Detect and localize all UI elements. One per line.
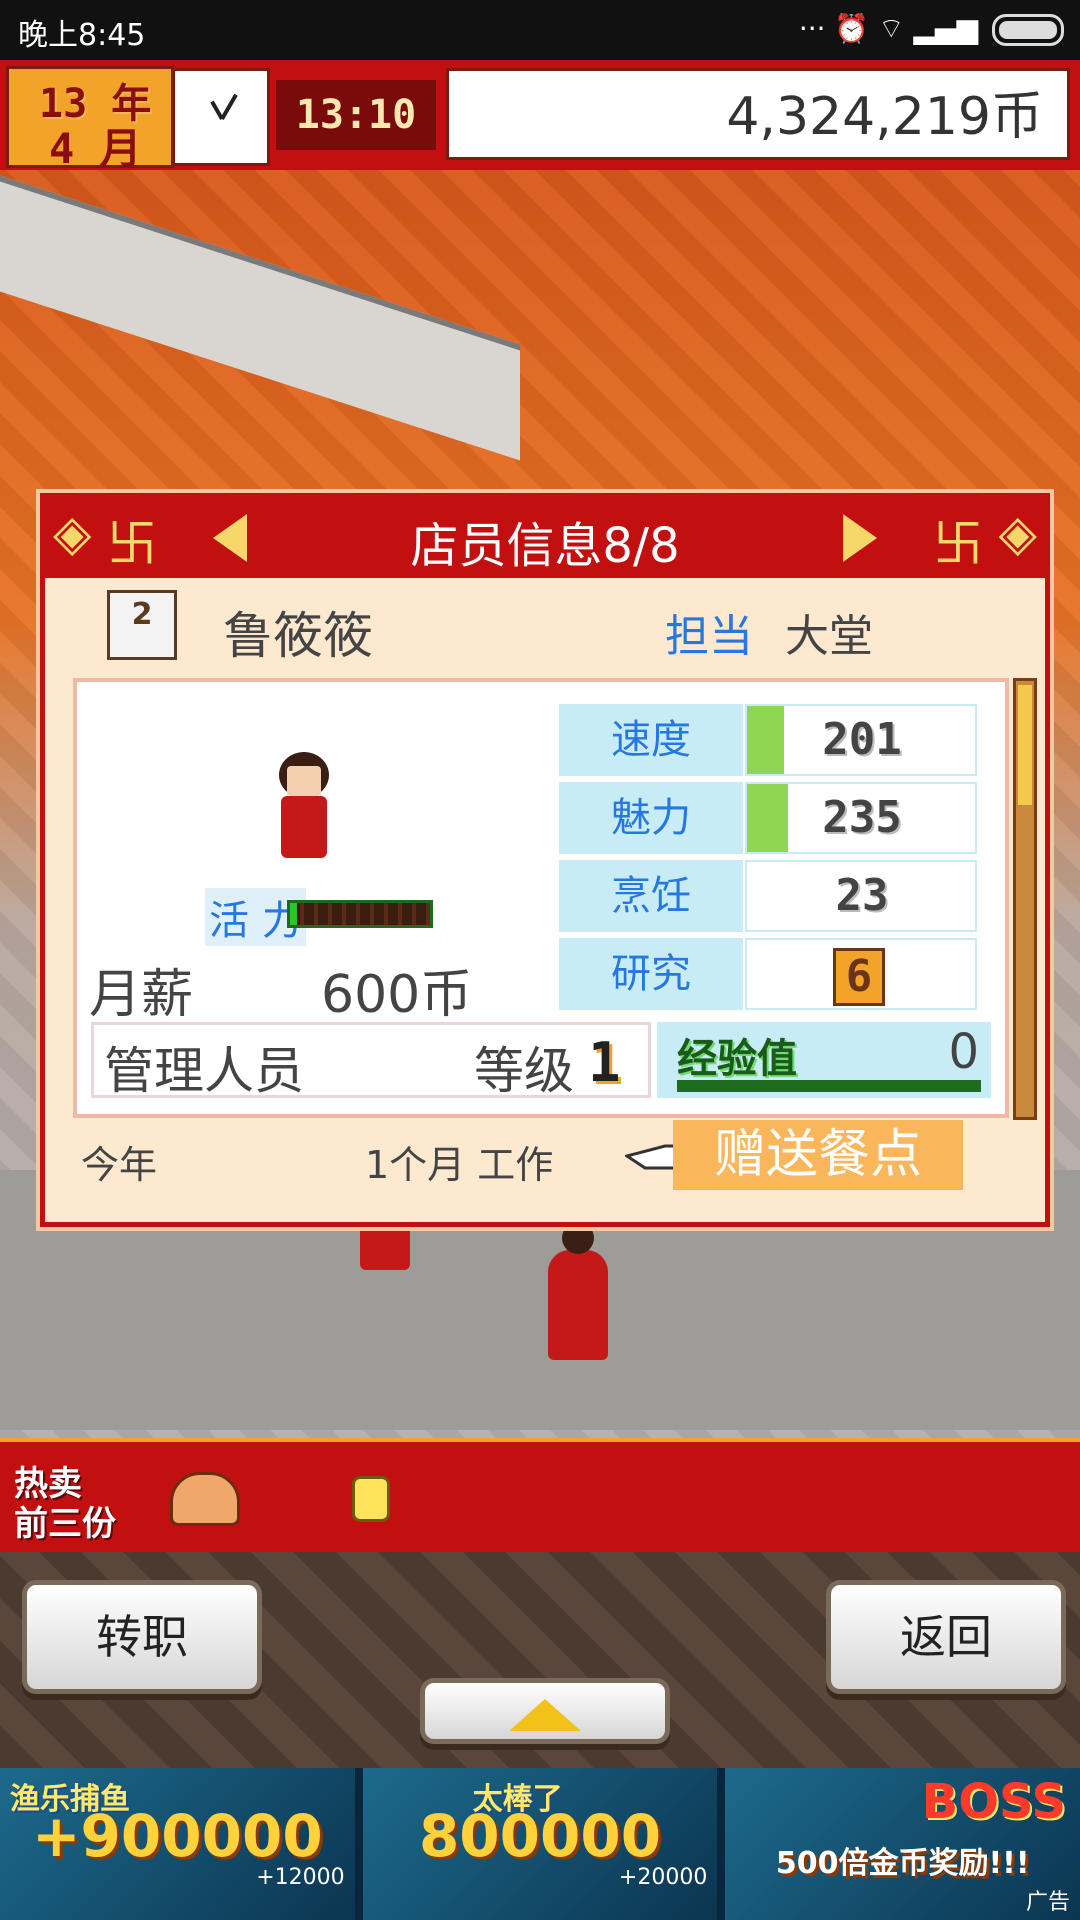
manager-row: 管理人员 等级 1 经验值 0 xyxy=(91,1022,991,1100)
stat-value: 23 xyxy=(835,870,889,921)
hot-label-line2: 前三份 xyxy=(14,1504,116,1544)
stat-cooking: 烹饪 23 xyxy=(559,860,977,932)
salary-value: 600币 xyxy=(321,965,473,1025)
hud-month: 4 月 xyxy=(49,124,142,173)
stat-value: 201 xyxy=(822,714,902,765)
stat-label: 速度 xyxy=(559,704,743,776)
rank-icon: 2 xyxy=(107,590,177,660)
scene-wall xyxy=(0,175,520,461)
ad-note: +20000 xyxy=(618,1865,708,1890)
experience-box: 经验值 0 xyxy=(657,1022,991,1098)
ad-small-text: BOSS xyxy=(921,1774,1067,1830)
ad-big-text: +900000 xyxy=(31,1802,323,1870)
control-area: 转职 返回 xyxy=(0,1552,1080,1768)
back-button[interactable]: 返回 xyxy=(826,1580,1066,1694)
salary-label: 月薪 xyxy=(89,965,194,1025)
ad-note: 广告 xyxy=(1026,1890,1071,1915)
employee-row: 2 鲁筱筱 担当 大堂 xyxy=(45,586,1045,666)
vitality-bar-fill xyxy=(290,903,297,925)
ad-tile[interactable]: 渔乐捕鱼 +900000 +12000 xyxy=(0,1768,355,1920)
stat-speed: 速度 201 xyxy=(559,704,977,776)
status-icons: ··· ⏰ ⌔ ▂▄▆ xyxy=(799,12,1064,47)
stats-panel: 活 力 月薪 600币 速度 201 魅力 235 烹饪 23 研究 6 管理人… xyxy=(73,678,1009,1118)
manager-label: 管理人员 xyxy=(104,1042,304,1100)
hud-time: 13:10 xyxy=(276,80,436,150)
stat-label: 研究 xyxy=(559,938,743,1010)
coin-icon xyxy=(352,1476,390,1522)
up-arrow-icon xyxy=(509,1698,581,1731)
ad-big-text: 800000 xyxy=(418,1802,662,1870)
stat-label: 魅力 xyxy=(559,782,743,854)
stat-research: 研究 6 xyxy=(559,938,977,1010)
ornament-icon: 卐 xyxy=(933,515,983,573)
ad-note: +12000 xyxy=(256,1865,345,1890)
role-value: 大堂 xyxy=(785,611,873,662)
game-hud: 13 年 4 月 13:10 4,324,219币 xyxy=(0,60,1080,173)
dialog-header: ◈ 卐 店员信息8/8 卐 ◈ xyxy=(45,498,1045,578)
ornament-icon: ◈ xyxy=(998,504,1037,562)
experience-label: 经验值 xyxy=(677,1036,797,1082)
hot-sales-label: 热卖 前三份 xyxy=(14,1464,134,1544)
employee-name: 鲁筱筱 xyxy=(223,607,373,665)
vitality-bar xyxy=(287,900,433,928)
status-time: 晚上8:45 xyxy=(18,18,146,53)
status-bar: 晚上8:45 ··· ⏰ ⌔ ▂▄▆ xyxy=(0,0,1080,60)
dialog-scrollbar[interactable] xyxy=(1013,678,1037,1120)
transfer-job-button[interactable]: 转职 xyxy=(22,1580,262,1694)
stat-value: 6 xyxy=(833,948,885,1006)
expand-up-button[interactable] xyxy=(420,1678,670,1744)
ad-tile[interactable]: 太棒了 800000 +20000 xyxy=(362,1768,718,1920)
level-value: 1 xyxy=(588,1031,621,1094)
this-year-label: 今年 xyxy=(81,1143,158,1187)
stat-charm: 魅力 235 xyxy=(559,782,977,854)
scrollbar-thumb[interactable] xyxy=(1018,685,1032,805)
stat-value: 235 xyxy=(822,792,902,843)
battery-icon xyxy=(992,13,1064,46)
staff-avatar xyxy=(269,752,339,862)
staff-character[interactable] xyxy=(548,1222,608,1360)
dish-icon xyxy=(170,1472,240,1526)
level-label: 等级 xyxy=(474,1042,574,1100)
rank-number: 2 xyxy=(131,597,153,632)
experience-value: 0 xyxy=(948,1024,979,1080)
clock-icon xyxy=(172,68,270,166)
role-label: 担当 xyxy=(665,611,753,662)
work-duration: 1个月 工作 xyxy=(365,1143,554,1187)
dialog-title: 店员信息8/8 xyxy=(410,518,680,574)
experience-bar xyxy=(677,1080,981,1092)
ad-big-text: 500倍金币奖励!!! xyxy=(775,1846,1030,1881)
signal-icons: ··· ⏰ ⌔ ▂▄▆ xyxy=(798,12,978,45)
date-panel: 13 年 4 月 xyxy=(6,66,174,173)
stat-list: 速度 201 魅力 235 烹饪 23 研究 6 xyxy=(559,704,977,1016)
stat-label: 烹饪 xyxy=(559,860,743,932)
staff-info-dialog: ◈ 卐 店员信息8/8 卐 ◈ 2 鲁筱筱 担当 大堂 活 力 月薪 600币 … xyxy=(40,493,1050,1227)
ad-banner[interactable]: 渔乐捕鱼 +900000 +12000 太棒了 800000 +20000 BO… xyxy=(0,1768,1080,1920)
hot-sales-bar: 热卖 前三份 xyxy=(0,1438,1080,1552)
hot-label-line1: 热卖 xyxy=(14,1464,82,1504)
gift-meal-button[interactable]: 赠送餐点 xyxy=(673,1120,963,1190)
next-staff-arrow-icon[interactable] xyxy=(843,514,877,562)
ad-tile[interactable]: BOSS 500倍金币奖励!!! 广告 xyxy=(725,1768,1080,1920)
money-display: 4,324,219币 xyxy=(446,68,1070,160)
